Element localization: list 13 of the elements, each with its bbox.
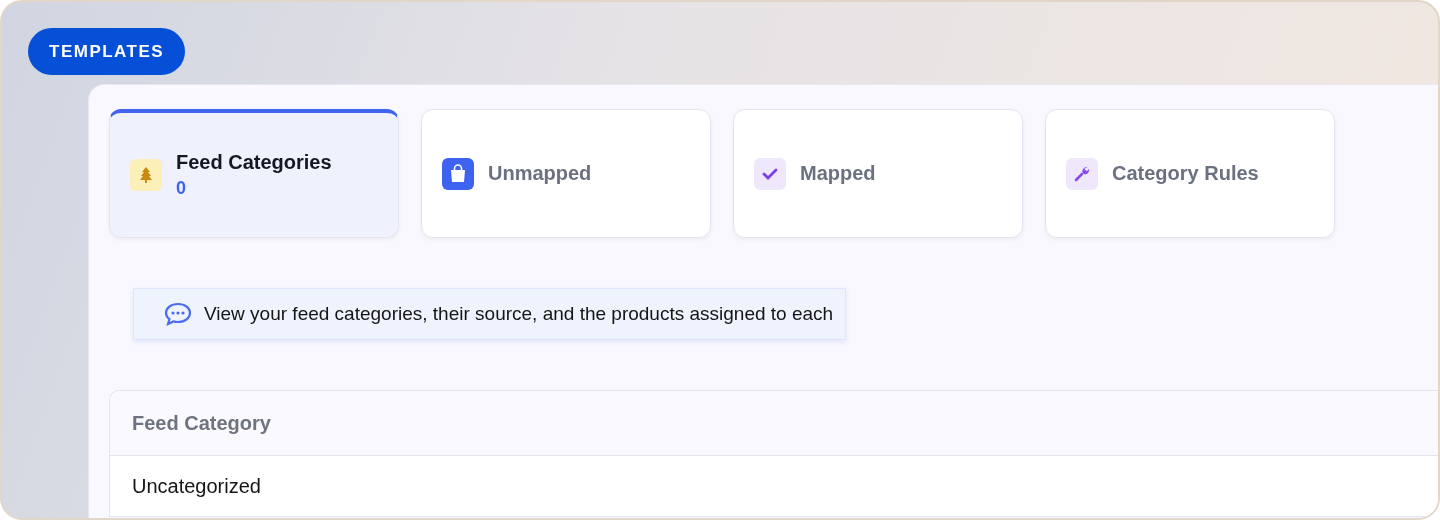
category-tab[interactable]: Feed Categories 0 [109,109,399,238]
category-tab[interactable]: Category Rules [1045,109,1335,238]
templates-badge: TEMPLATES [28,28,186,75]
table-cell: Uncategorized [132,474,261,498]
checkmark-icon [762,166,778,181]
tree-icon [139,167,153,183]
category-tab[interactable]: Unmapped [421,109,711,238]
wrench-icon [1074,165,1090,182]
chat-bubble-icon [164,302,192,326]
note-text: View your feed categories, their source, and the products assigned to each [204,303,834,325]
category-tab[interactable]: Mapped [733,109,1023,238]
column-header: Feed Category [132,411,271,435]
shopping-bag-icon [442,157,474,190]
